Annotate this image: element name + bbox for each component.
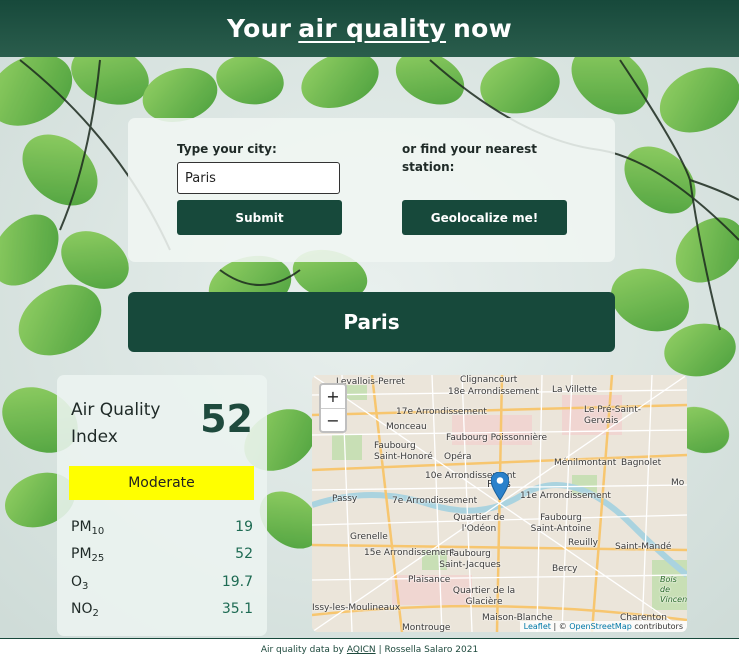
map-label: 18e Arrondissement [448,387,539,397]
map-attribution: Leaflet | © OpenStreetMap contributors [519,621,687,632]
map-label: Reuilly [568,538,598,548]
aqicn-link[interactable]: AQICN [347,645,376,655]
header-suffix: now [453,14,513,43]
footer-prefix: Air quality data by [260,645,344,655]
zoom-in-button[interactable]: + [321,385,345,409]
map-label: Faubourg Saint-Jacques [439,549,501,570]
aqi-card: Air Quality Index 52 Moderate PM10 19 PM… [57,375,267,636]
pollutant-name: NO2 [71,601,99,619]
map-label: Bagnolet [621,458,662,468]
pollutant-row-pm25: PM25 52 [71,546,253,570]
pollutant-value: 19.7 [221,574,253,590]
map-label: Opéra [444,452,472,462]
map-label: Quartier de la Glacière [452,586,516,607]
map-label: Montrouge [402,623,451,632]
map-label: 7e Arrondissement [392,496,478,506]
map-label: Bercy [552,564,578,574]
page-footer: Air quality data by AQICN | Rossella Sal… [0,638,739,661]
map-label: Ménilmontant [554,458,617,468]
city-label: Type your city: [177,142,277,156]
map-label: Monceau [386,422,427,432]
map-label: Faubourg Saint-Honoré [374,441,433,462]
pollutant-row-no2: NO2 35.1 [71,601,253,625]
map-label: Le Pré-Saint-Gervais [584,405,642,426]
aqi-title: Air Quality Index [71,400,161,447]
geolocate-label: or find your nearest station: [402,142,537,174]
pollutant-value: 35.1 [221,601,253,617]
page-header: Your air quality now [0,0,739,57]
leaflet-link[interactable]: Leaflet [524,622,551,631]
header-prefix: Your [226,14,292,43]
map-label: Bois de Vincennes [660,575,687,604]
map-label: Quartier de l'Odéon [453,513,505,534]
map-label: Faubourg Saint-Antoine [530,513,592,534]
pollutant-value: 19 [235,519,253,535]
city-input[interactable] [177,162,340,194]
aqi-value: 52 [200,397,253,441]
map-label: Clignancourt [460,375,518,385]
pollutant-row-pm10: PM10 19 [71,519,253,543]
pollutant-row-o3: O3 19.7 [71,574,253,598]
pollutant-name: PM25 [71,546,105,564]
pollutant-name: O3 [71,574,89,592]
map-label: Mo [671,478,685,488]
map-label: 17e Arrondissement [396,407,487,417]
city-banner: Paris [128,292,615,352]
map-label: Passy [332,494,358,504]
map-label: Faubourg Poissonnière [446,433,548,443]
aqi-level-badge: Moderate [69,466,254,500]
zoom-out-button[interactable]: − [321,409,345,432]
city-map[interactable]: Levallois-Perret Clignancourt La Villett… [312,375,687,632]
search-card: Type your city: Submit or find your near… [128,118,615,262]
map-label: Plaisance [408,575,451,585]
map-label: Saint-Mandé [615,542,672,552]
footer-suffix: | Rossella Salaro 2021 [378,645,479,655]
map-label: Issy-les-Moulineaux [312,603,401,613]
map-label: La Villette [552,385,597,395]
map-zoom-control: + − [319,383,347,433]
map-label: Grenelle [350,532,388,542]
pollutant-value: 52 [235,546,253,562]
osm-link[interactable]: OpenStreetMap [569,622,632,631]
header-highlight: air quality [298,14,447,43]
pollutant-name: PM10 [71,519,105,537]
submit-button[interactable]: Submit [177,200,342,235]
map-label: 11e Arrondissement [520,491,611,501]
geolocate-button[interactable]: Geolocalize me! [402,200,567,235]
